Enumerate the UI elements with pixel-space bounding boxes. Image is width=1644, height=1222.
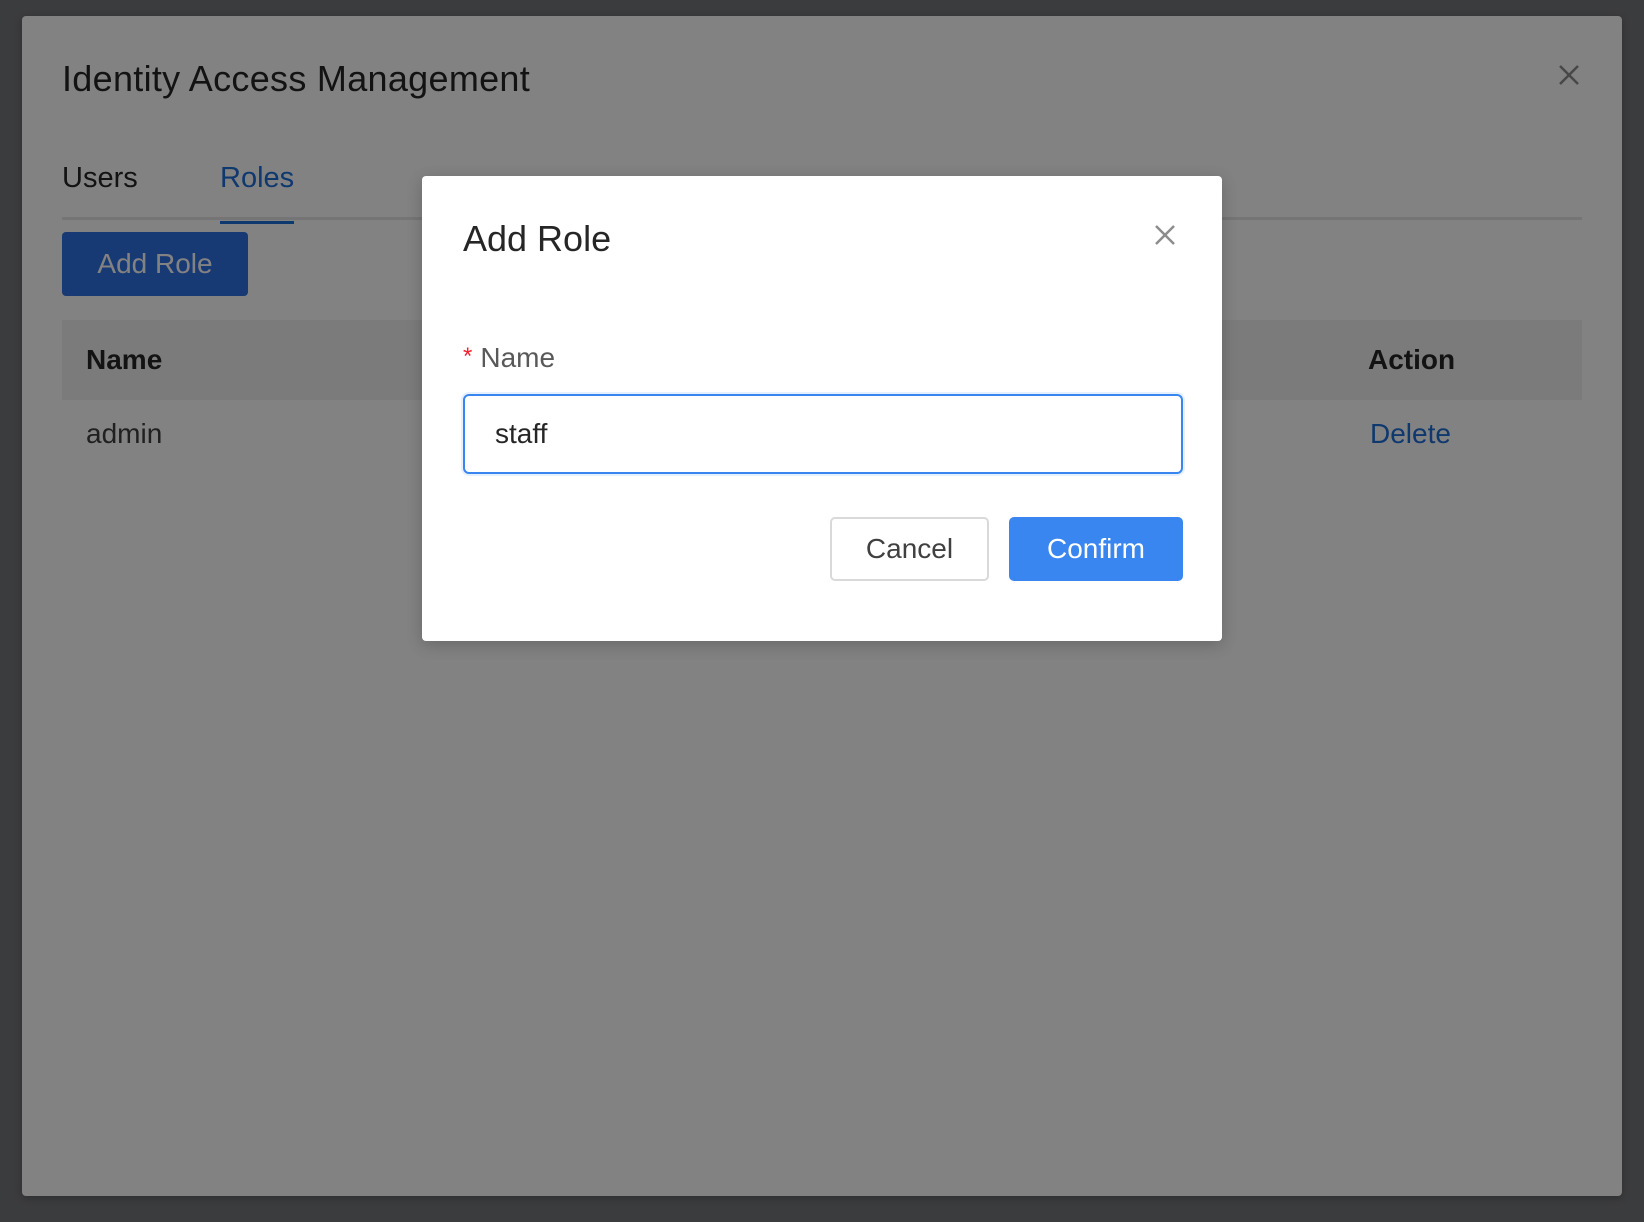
confirm-button[interactable]: Confirm [1009,517,1183,581]
cancel-button[interactable]: Cancel [830,517,989,581]
name-label-text: Name [480,342,556,373]
add-role-dialog: Add Role * Name Cancel Confirm [422,176,1222,641]
dialog-title: Add Role [463,218,612,259]
required-marker: * [463,343,473,370]
name-field-label: * Name [463,342,555,374]
role-name-input[interactable] [463,394,1183,474]
close-icon[interactable] [1150,220,1180,250]
